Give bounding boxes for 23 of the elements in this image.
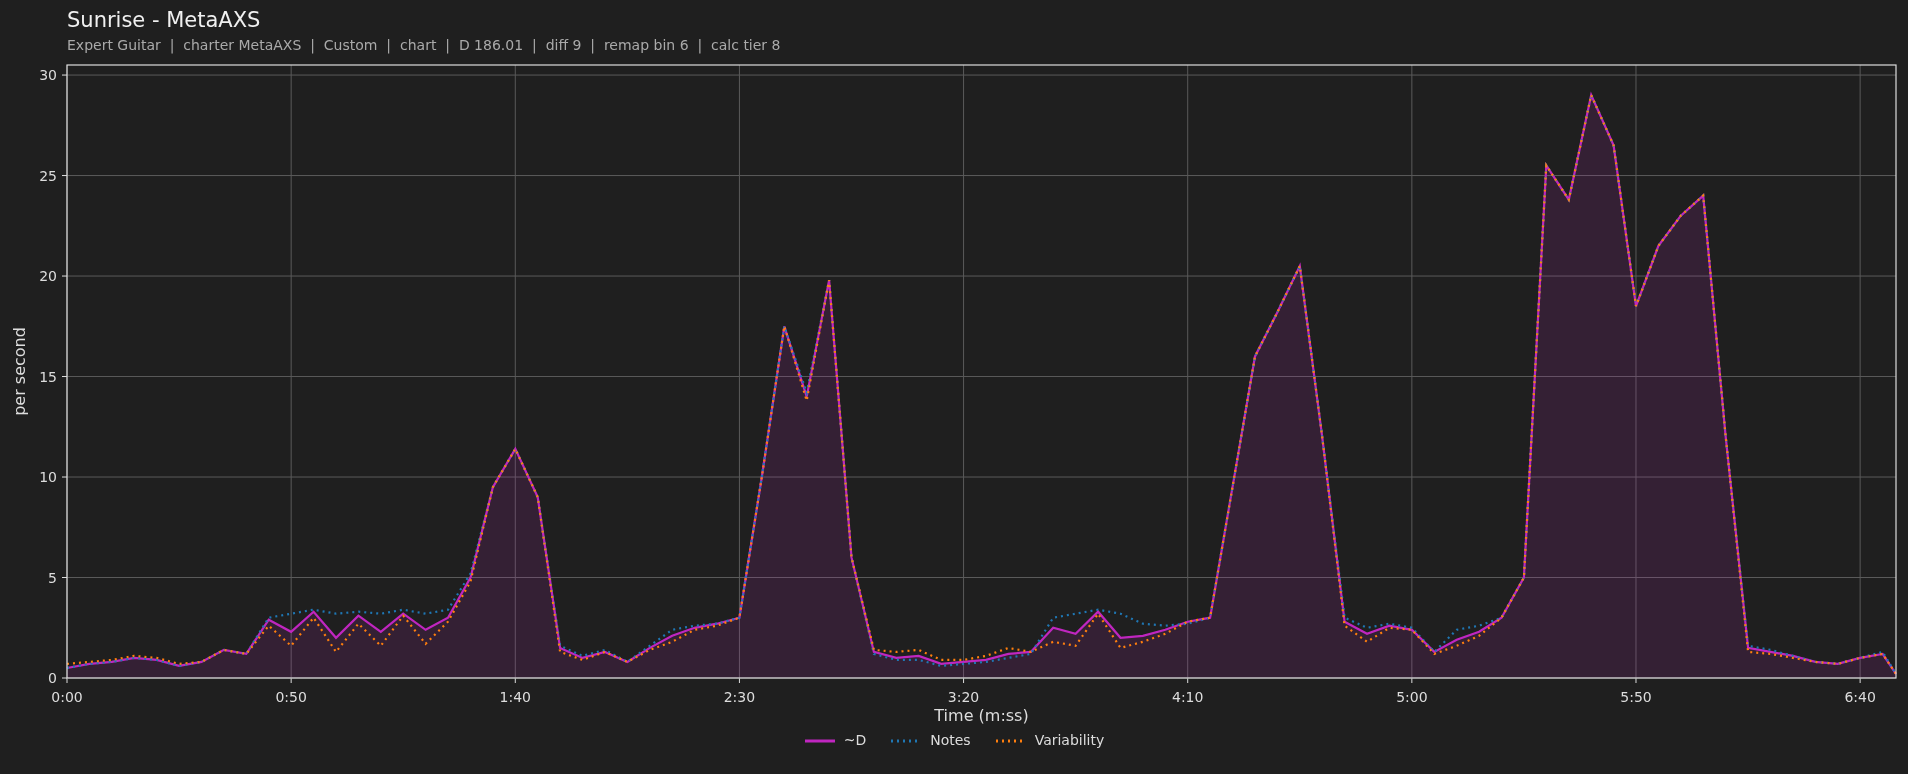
y-axis-label: per second bbox=[10, 327, 29, 416]
y-tick-label: 15 bbox=[39, 368, 57, 385]
legend-label: Variability bbox=[1034, 731, 1105, 750]
x-tick-label: 3:20 bbox=[947, 689, 980, 705]
x-tick-label: 1:40 bbox=[499, 689, 531, 705]
y-tick-label: 20 bbox=[39, 268, 57, 285]
x-tick-label: 6:40 bbox=[1844, 689, 1876, 705]
legend-label: Notes bbox=[930, 731, 971, 750]
x-tick-label: 4:10 bbox=[1172, 689, 1204, 705]
x-tick-label: 5:50 bbox=[1620, 689, 1652, 705]
legend-label: ~D bbox=[843, 731, 867, 750]
y-tick-label: 10 bbox=[39, 469, 57, 485]
x-tick-label: 5:00 bbox=[1396, 689, 1428, 705]
chart-title: Sunrise - MetaAXS bbox=[67, 7, 262, 34]
y-tick-label: 25 bbox=[39, 167, 57, 184]
x-tick-label: 0:00 bbox=[51, 689, 83, 705]
x-tick-label: 0:50 bbox=[275, 689, 307, 705]
y-tick-label: 0 bbox=[48, 670, 57, 686]
x-axis-label: Time (m:ss) bbox=[934, 706, 1029, 725]
chart-subtitle: Expert Guitar | charter MetaAXS | Custom | chart | D 186.01 | diff 9 | remap bin 6 | calc tier 8 bbox=[67, 36, 782, 56]
x-tick-label: 2:30 bbox=[723, 689, 756, 705]
y-tick-label: 30 bbox=[39, 67, 57, 84]
y-tick-label: 5 bbox=[48, 569, 57, 586]
